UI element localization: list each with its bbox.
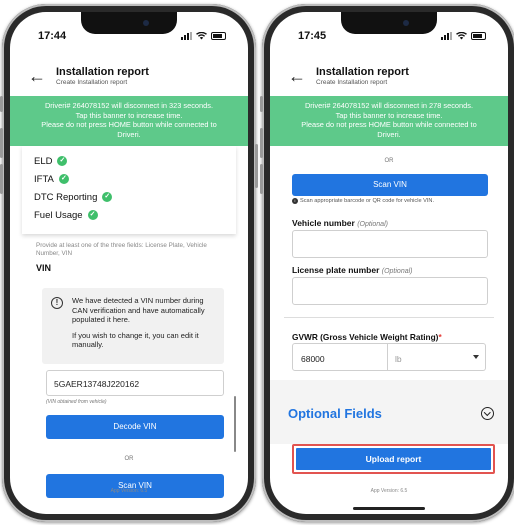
battery-icon — [211, 32, 226, 40]
vin-hint: (VIN obtained from vehicle) — [46, 399, 107, 405]
gvwr-unit-value: lb — [395, 354, 402, 364]
screen-right: 17:45 ← Installation report Create Insta… — [270, 12, 508, 514]
or-separator: OR — [384, 158, 394, 164]
banner-line: Tap this banner to increase time. — [75, 110, 183, 120]
app-bar: ← Installation report Create Installatio… — [270, 56, 508, 96]
check-circle-icon: ✓ — [87, 210, 98, 220]
banner-line: Please do not press HOME button while co… — [41, 120, 217, 129]
volume-up-button — [0, 128, 3, 158]
optional-tag: (Optional) — [357, 221, 388, 228]
check-circle-icon: ✓ — [58, 174, 69, 184]
feature-ifta: IFTA ✓ — [34, 170, 236, 188]
scrollbar[interactable] — [234, 396, 236, 452]
wifi-icon — [196, 32, 207, 40]
page-title: Installation report — [316, 66, 409, 78]
camera-icon — [143, 20, 149, 26]
home-indicator — [353, 507, 425, 510]
provide-fields-note: Provide at least one of the three fields… — [36, 242, 207, 257]
vin-section-title: VIN — [36, 263, 52, 273]
notch — [81, 12, 177, 34]
status-icons — [181, 32, 226, 40]
info-text: We have detected a VIN number during CAN… — [72, 296, 205, 324]
mute-switch — [260, 96, 263, 112]
volume-down-button — [0, 164, 3, 194]
feature-label: Fuel Usage — [34, 209, 83, 221]
info-icon: i — [292, 198, 298, 204]
check-circle-icon: ✓ — [102, 192, 113, 202]
back-arrow-icon[interactable]: ← — [28, 66, 50, 87]
info-icon: ! — [51, 297, 63, 309]
banner-line: Driveri# 264078152 will disconnect in 32… — [44, 101, 214, 110]
feature-status-card: ELD ✓ IFTA ✓ DTC Reporting ✓ Fuel Usage ✓ — [22, 146, 236, 234]
upload-report-button[interactable]: Upload report — [296, 448, 491, 470]
info-text: If you wish to change it, you can edit i… — [72, 330, 199, 350]
clock: 17:45 — [298, 30, 327, 42]
page-subtitle: Create Installation report — [316, 79, 388, 86]
gvwr-input[interactable]: 68000 — [292, 343, 388, 371]
notch — [341, 12, 437, 34]
power-button — [255, 144, 258, 188]
check-circle-icon: ✓ — [57, 156, 68, 166]
vin-input[interactable]: 5GAER13748J220162 — [46, 370, 224, 396]
license-plate-label: License plate number (Optional) — [292, 265, 413, 275]
banner-line: Driveri# 264078152 will disconnect in 27… — [304, 101, 474, 110]
vehicle-number-input[interactable] — [292, 230, 488, 258]
banner-line: Driveri. — [117, 129, 141, 139]
camera-icon — [403, 20, 409, 26]
app-bar-titles: Installation report Create Installation … — [56, 66, 149, 86]
chevron-down-circle-icon[interactable] — [481, 407, 494, 420]
screenshot-stage: 17:44 ← Installation report Create Insta… — [0, 0, 514, 525]
page-title: Installation report — [56, 66, 149, 78]
feature-label: DTC Reporting — [34, 191, 98, 203]
app-version: App Version: 6.5 — [370, 488, 408, 494]
section-divider — [284, 317, 494, 318]
feature-dtc-reporting: DTC Reporting ✓ — [34, 188, 236, 206]
feature-eld: ELD ✓ — [34, 152, 236, 170]
optional-tag: (Optional) — [381, 268, 413, 275]
banner-line: Please do not press HOME button while co… — [301, 120, 477, 129]
disconnect-banner[interactable]: Driveri# 264078152 will disconnect in 32… — [10, 96, 248, 146]
scan-vin-button[interactable]: Scan VIN — [46, 474, 224, 498]
volume-up-button — [260, 128, 263, 158]
app-version: App Version: 6.5 — [110, 488, 148, 494]
scan-hint: i Scan appropriate barcode or QR code fo… — [292, 198, 434, 204]
license-plate-input[interactable] — [292, 277, 488, 305]
banner-line: Tap this banner to increase time. — [335, 110, 443, 120]
app-bar: ← Installation report Create Installatio… — [10, 56, 248, 96]
vin-info-box: ! We have detected a VIN number during C… — [42, 288, 224, 364]
battery-icon — [471, 32, 486, 40]
scan-hint-text: Scan appropriate barcode or QR code for … — [300, 198, 435, 204]
gvwr-label: GVWR (Gross Vehicle Weight Rating)* — [292, 332, 442, 342]
upload-highlight: Upload report — [292, 444, 495, 474]
volume-down-button — [260, 164, 263, 194]
disconnect-banner[interactable]: Driveri# 264078152 will disconnect in 27… — [270, 96, 508, 146]
phone-right: 17:45 ← Installation report Create Insta… — [260, 4, 514, 522]
required-mark: * — [438, 332, 442, 342]
signal-icon — [441, 32, 452, 40]
optional-fields-title[interactable]: Optional Fields — [288, 406, 382, 421]
or-separator: OR — [124, 456, 134, 462]
phone-left: 17:44 ← Installation report Create Insta… — [0, 4, 258, 522]
mute-switch — [0, 96, 3, 112]
feature-label: ELD — [34, 155, 53, 167]
back-arrow-icon[interactable]: ← — [288, 66, 310, 87]
status-icons — [441, 32, 486, 40]
vehicle-number-label: Vehicle number (Optional) — [292, 218, 388, 228]
license-plate-label-text: License plate number — [292, 265, 380, 275]
screen-left: 17:44 ← Installation report Create Insta… — [10, 12, 248, 514]
banner-line: Driveri. — [377, 129, 401, 139]
caret-down-icon — [473, 355, 479, 359]
signal-icon — [181, 32, 192, 40]
clock: 17:44 — [38, 30, 67, 42]
gvwr-unit-select[interactable]: lb — [388, 343, 486, 371]
page-subtitle: Create Installation report — [56, 79, 128, 86]
wifi-icon — [456, 32, 467, 40]
app-bar-titles: Installation report Create Installation … — [316, 66, 409, 86]
decode-vin-button[interactable]: Decode VIN — [46, 415, 224, 439]
feature-fuel-usage: Fuel Usage ✓ — [34, 206, 236, 224]
vehicle-number-label-text: Vehicle number — [292, 218, 355, 228]
scan-vin-button[interactable]: Scan VIN — [292, 174, 488, 196]
gvwr-label-text: GVWR (Gross Vehicle Weight Rating) — [292, 332, 439, 342]
feature-label: IFTA — [34, 173, 54, 185]
